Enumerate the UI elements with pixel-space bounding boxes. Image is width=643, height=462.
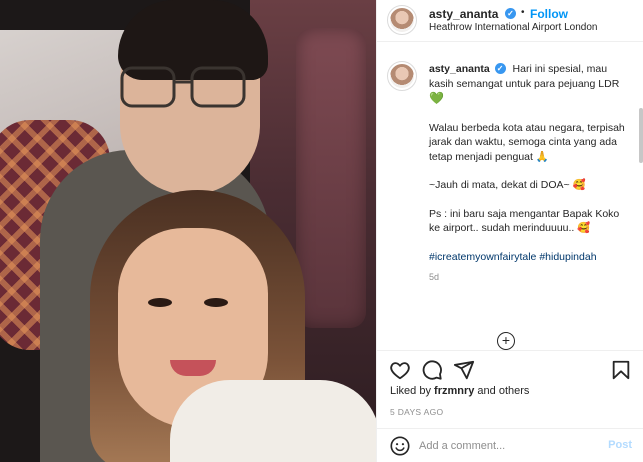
caption: asty_ananta ✓ Hari ini spesial, mau kasi… (429, 62, 629, 285)
post-header: asty_ananta ✓ • Follow Heathrow Internat… (377, 0, 643, 42)
hashtag-link[interactable]: #hidupindah (539, 251, 596, 263)
bookmark-icon[interactable] (610, 359, 632, 381)
avatar[interactable] (387, 5, 417, 35)
smile-emoji-2: 🥰 (577, 222, 591, 234)
liked-by: Liked by frzmnry and others (390, 385, 529, 397)
emoji-icon[interactable] (389, 435, 411, 457)
seat-panel (296, 28, 366, 328)
comment-icon[interactable] (421, 359, 443, 381)
liked-by-user[interactable]: frzmnry (434, 385, 474, 397)
caption-username[interactable]: asty_ananta (429, 63, 490, 75)
comment-input[interactable] (419, 438, 599, 454)
share-icon[interactable] (453, 359, 475, 381)
white-coat (170, 380, 376, 462)
caption-avatar[interactable] (387, 61, 417, 91)
liked-by-prefix: Liked by (390, 385, 435, 397)
location-link[interactable]: Heathrow International Airport London (429, 22, 597, 33)
glasses (120, 66, 246, 108)
caption-line-4: Ps : ini baru saja mengantar Bapak Koko … (429, 207, 620, 235)
post-comment-button[interactable]: Post (608, 439, 632, 451)
smile-emoji: 🥰 (572, 179, 586, 191)
post-photo[interactable] (0, 0, 376, 462)
verified-icon: ✓ (505, 8, 516, 19)
hashtag-link[interactable]: #icreatemyownfairytale (429, 251, 536, 263)
pray-emoji: 🙏 (535, 150, 549, 163)
action-bar: Liked by frzmnry and others 5 DAYS AGO (377, 350, 643, 428)
caption-time: 5d (429, 272, 440, 282)
post-date: 5 DAYS AGO (390, 407, 444, 417)
comment-bar: Post (377, 428, 643, 462)
scrollbar-thumb[interactable] (639, 108, 643, 163)
caption-verified-icon: ✓ (494, 63, 506, 74)
caption-area[interactable]: asty_ananta ✓ Hari ini spesial, mau kasi… (377, 43, 643, 350)
follow-button[interactable]: Follow (530, 7, 568, 21)
load-more-comments-icon[interactable]: + (497, 332, 515, 350)
liked-by-suffix[interactable]: and others (474, 385, 529, 397)
green-heart-emoji: 💚 (429, 91, 444, 105)
right-eye (204, 298, 228, 307)
left-eye (148, 298, 172, 307)
username[interactable]: asty_ananta (429, 7, 498, 21)
heart-icon[interactable] (389, 359, 411, 381)
separator-dot: • (521, 7, 525, 18)
post-details-panel: asty_ananta ✓ • Follow Heathrow Internat… (376, 0, 643, 462)
caption-line-3: ~Jauh di mata, dekat di DOA~ (429, 179, 570, 191)
caption-line-2: Walau berbeda kota atau negara, terpisah… (429, 121, 625, 163)
